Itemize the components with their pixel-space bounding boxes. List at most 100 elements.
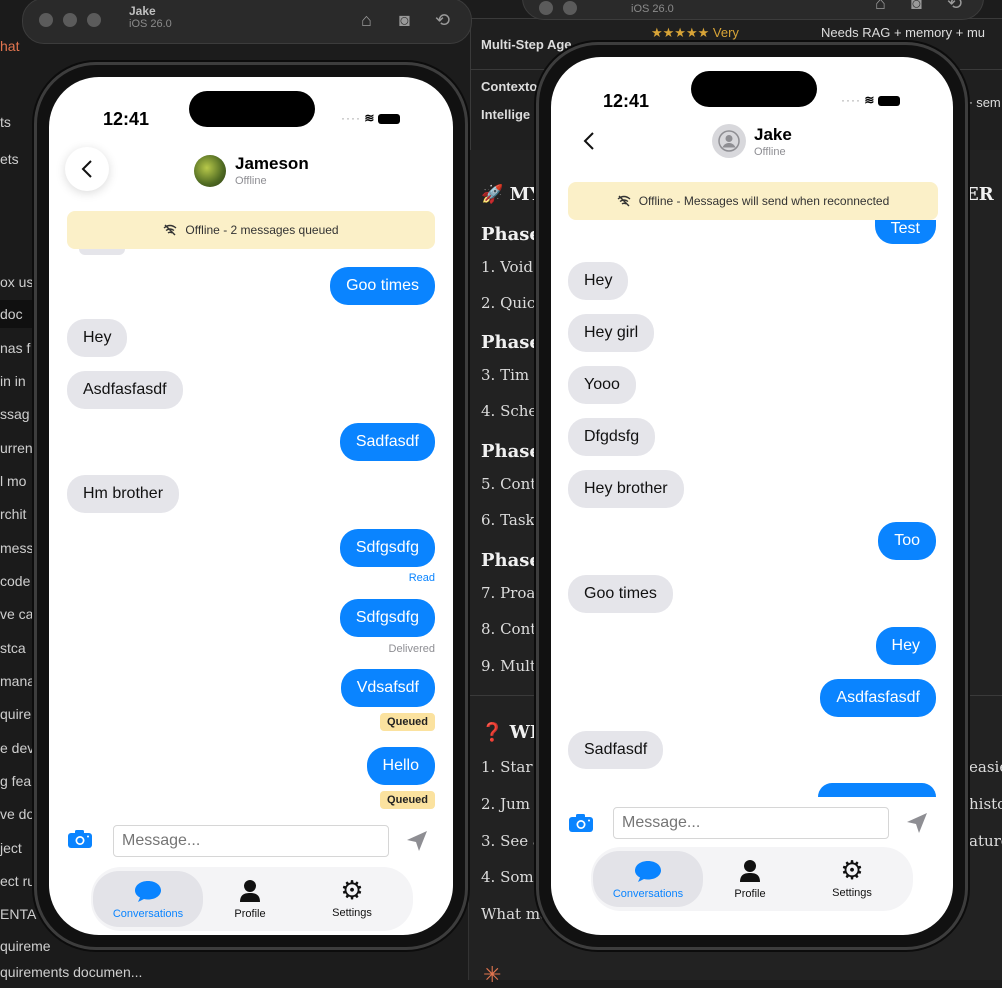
send-icon	[907, 813, 927, 833]
sidebar-item[interactable]: mana	[0, 673, 35, 689]
message-bubble-incoming[interactable]: Hey girl	[568, 314, 655, 352]
tab-profile[interactable]: Profile	[215, 871, 285, 927]
simulator-device-name: Jake	[129, 4, 156, 18]
camera-button[interactable]	[67, 829, 93, 854]
message-bubble-outgoing[interactable]: Sdfgsdfg	[339, 599, 435, 637]
contact-name: Jameson	[235, 154, 309, 173]
message-bubble-outgoing[interactable]: Hello	[366, 747, 435, 785]
message-bubble-incoming[interactable]: Hm brother	[67, 475, 180, 513]
tab-settings[interactable]: ⚙ Settings	[817, 851, 887, 907]
tab-conversations[interactable]: Conversations	[93, 871, 203, 927]
chevron-left-icon	[81, 160, 92, 178]
window-close-dot[interactable]	[39, 13, 53, 27]
gear-icon: ⚙	[840, 855, 864, 885]
message-bubble-incoming[interactable]: Dfgdsfg	[568, 418, 656, 456]
sidebar-item[interactable]: urren	[0, 440, 33, 456]
message-bubble-incoming[interactable]: Asdfasfasdf	[67, 371, 183, 409]
message-bubble-outgoing[interactable]: Goo times	[330, 267, 435, 305]
tab-label: Profile	[734, 888, 766, 900]
sidebar-item[interactable]: ets	[0, 151, 19, 167]
avatar	[712, 124, 746, 158]
sidebar-item[interactable]: nas f	[0, 340, 30, 356]
message-bubble-incoming[interactable]: Hey brother	[568, 470, 684, 508]
doc-line: 4. Som	[481, 868, 534, 886]
message-bubble-outgoing[interactable]: Test	[874, 220, 936, 244]
sidebar-item[interactable]: ve ca	[0, 606, 33, 622]
screenshot-icon[interactable]: ◙	[911, 0, 922, 14]
back-button[interactable]	[577, 129, 601, 153]
sidebar-item[interactable]: l mo	[0, 473, 26, 489]
wifi-off-icon	[163, 224, 177, 236]
sidebar-item[interactable]: quirements documen...	[0, 964, 142, 980]
tab-bar: Conversations Profile ⚙ Settings	[91, 867, 413, 931]
doc-heading: Phase	[481, 550, 541, 571]
clipped-bubble	[79, 249, 125, 255]
doc-line: 4. Sche	[481, 402, 538, 420]
phone-screen: 12:41 ···· ≋ Jameson Offline Offline - 2…	[49, 77, 453, 935]
window-close-dot[interactable]	[539, 1, 553, 15]
person-circle-icon	[718, 130, 740, 152]
tab-profile[interactable]: Profile	[715, 851, 785, 907]
camera-button[interactable]	[568, 813, 594, 838]
sidebar-item[interactable]: ssag	[0, 406, 30, 422]
phone-left: 12:41 ···· ≋ Jameson Offline Offline - 2…	[34, 62, 468, 950]
home-icon[interactable]: ⌂	[875, 0, 886, 14]
contact-status: Offline	[235, 175, 267, 187]
doc-line: easie	[969, 758, 1002, 776]
sidebar-item[interactable]: ve do	[0, 806, 34, 822]
tab-label: Conversations	[112, 908, 184, 920]
message-bubble-incoming[interactable]: Sadfasdf	[568, 731, 664, 769]
message-bubble-outgoing[interactable]: Too	[878, 522, 936, 560]
doc-heading: 🚀 MY	[481, 184, 543, 205]
doc-line: 1. Star	[481, 758, 533, 776]
tab-settings[interactable]: ⚙ Settings	[317, 871, 387, 927]
sidebar-item[interactable]: ENTA	[0, 906, 36, 922]
tab-label: Profile	[234, 908, 266, 920]
sidebar-item[interactable]: mess	[0, 540, 33, 556]
message-bubble-outgoing[interactable]: Sdfgsdfg	[339, 529, 435, 567]
sidebar-item[interactable]: ts	[0, 114, 11, 130]
sidebar-item[interactable]: quire	[0, 706, 31, 722]
banner-text: Offline - 2 messages queued	[185, 223, 339, 237]
tab-conversations[interactable]: Conversations	[593, 851, 703, 907]
sidebar-item[interactable]: in in	[0, 373, 26, 389]
sidebar-item[interactable]: ject	[0, 840, 22, 856]
queued-badge: Queued	[380, 713, 435, 731]
message-bubble-incoming[interactable]: Yooo	[568, 366, 636, 404]
sidebar-item[interactable]: e dev	[0, 740, 34, 756]
sidebar-item[interactable]: g fea	[0, 773, 31, 789]
table-cell: + sem	[965, 95, 1001, 110]
sidebar-item[interactable]: ect ru	[0, 873, 35, 889]
sidebar-item[interactable]: ox us	[0, 274, 33, 290]
rotate-icon[interactable]: ⟲	[947, 0, 962, 14]
spark-icon: ✳	[483, 962, 502, 987]
screenshot-icon[interactable]: ◙	[399, 10, 410, 31]
doc-heading: Phase	[481, 441, 541, 462]
sidebar-item[interactable]: quireme	[0, 938, 51, 954]
message-bubble-outgoing[interactable]: Asdfasfasdf	[820, 679, 936, 717]
message-input[interactable]	[113, 825, 389, 857]
sidebar-item[interactable]: hat	[0, 38, 19, 54]
rotate-icon[interactable]: ⟲	[435, 10, 450, 31]
table-cell: Multi-Step Age	[481, 37, 572, 52]
sidebar-item[interactable]: stca	[0, 640, 26, 656]
message-input[interactable]	[613, 807, 889, 839]
window-minimize-dot[interactable]	[563, 1, 577, 15]
window-minimize-dot[interactable]	[63, 13, 77, 27]
back-button[interactable]	[65, 147, 109, 191]
message-bubble-outgoing[interactable]: Vdsafsdf	[340, 669, 435, 707]
message-bubble-incoming[interactable]: Hey	[568, 262, 629, 300]
message-bubble-incoming[interactable]: Goo times	[568, 575, 673, 613]
send-button[interactable]	[405, 829, 429, 858]
home-icon[interactable]: ⌂	[361, 10, 372, 31]
doc-line: 5. Cont	[481, 475, 537, 493]
window-zoom-dot[interactable]	[87, 13, 101, 27]
sidebar-item[interactable]: code	[0, 573, 30, 589]
send-button[interactable]	[905, 811, 929, 840]
message-bubble-outgoing[interactable]: Sadfasdf	[339, 423, 435, 461]
message-bubble-outgoing[interactable]: Hey	[875, 627, 936, 665]
read-receipt: Read	[408, 572, 435, 584]
message-bubble-incoming[interactable]: Hey	[67, 319, 128, 357]
offline-banner: Offline - 2 messages queued	[67, 211, 435, 249]
sidebar-item[interactable]: rchit	[0, 506, 26, 522]
